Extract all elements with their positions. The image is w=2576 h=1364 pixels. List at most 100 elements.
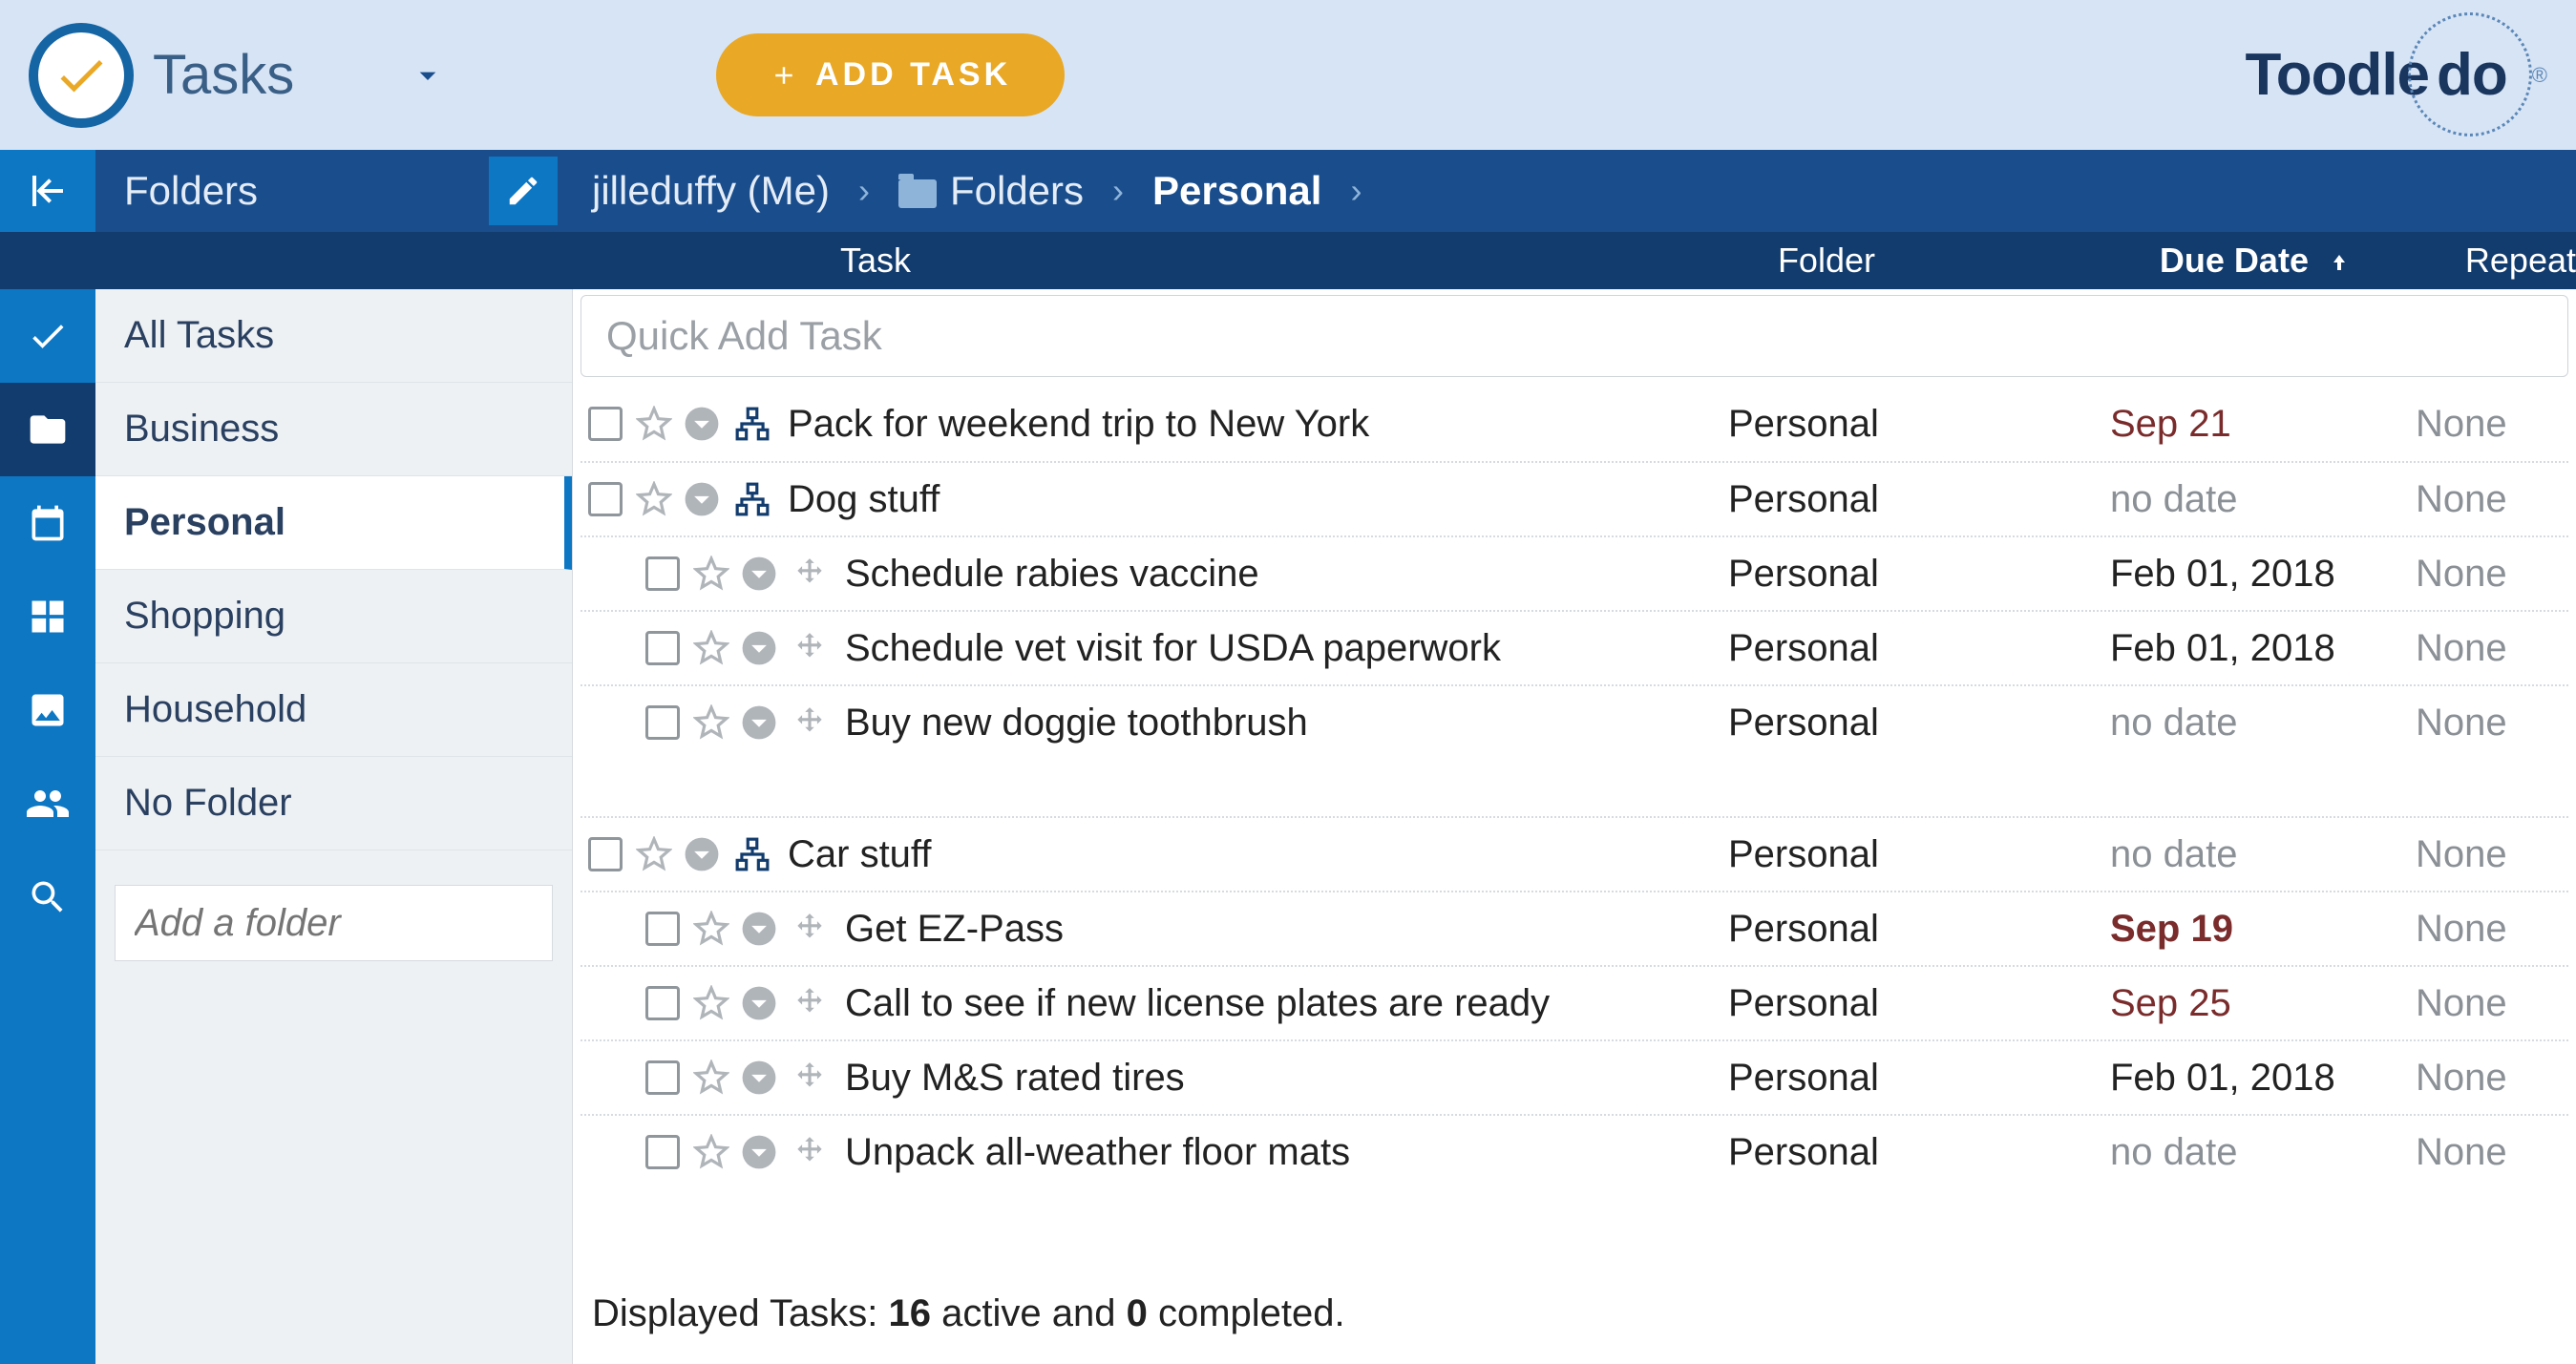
task-checkbox[interactable]: [645, 1135, 680, 1169]
task-repeat[interactable]: None: [2416, 403, 2568, 446]
chevron-down-icon[interactable]: [409, 56, 447, 94]
task-title[interactable]: Schedule vet visit for USDA paperwork: [835, 627, 1501, 670]
task-row[interactable]: Buy M&S rated tires PersonalFeb 01, 2018N…: [581, 1039, 2568, 1114]
task-title[interactable]: Pack for weekend trip to New York: [778, 403, 1369, 446]
task-checkbox[interactable]: [588, 837, 623, 871]
task-row[interactable]: Unpack all-weather floor mats Personalno …: [581, 1114, 2568, 1188]
task-row[interactable]: Get EZ-PassPersonalSep 19None: [581, 891, 2568, 965]
task-title[interactable]: Call to see if new license plates are re…: [835, 982, 1550, 1025]
task-row[interactable]: Car stuffPersonalno dateNone: [581, 816, 2568, 891]
task-folder[interactable]: Personal: [1728, 833, 2110, 876]
task-due-date[interactable]: Feb 01, 2018: [2110, 553, 2416, 596]
task-folder[interactable]: Personal: [1728, 478, 2110, 521]
task-checkbox[interactable]: [645, 912, 680, 946]
task-due-date[interactable]: Sep 21: [2110, 403, 2416, 446]
move-icon[interactable]: [792, 630, 828, 666]
task-title[interactable]: Buy M&S rated tires: [835, 1057, 1185, 1100]
task-row[interactable]: Pack for weekend trip to New YorkPersona…: [581, 387, 2568, 461]
rail-item-grid[interactable]: [0, 570, 95, 663]
move-icon[interactable]: [792, 985, 828, 1021]
column-folder[interactable]: Folder: [1778, 241, 2160, 281]
task-checkbox[interactable]: [645, 631, 680, 665]
column-repeat[interactable]: Repeat: [2465, 241, 2576, 281]
sidebar-item-business[interactable]: Business: [95, 383, 572, 476]
chevron-down-icon[interactable]: [741, 1134, 777, 1170]
star-icon[interactable]: [693, 1060, 729, 1096]
task-title[interactable]: Get EZ-Pass: [835, 908, 1064, 951]
chevron-down-icon[interactable]: [741, 556, 777, 592]
task-folder[interactable]: Personal: [1728, 702, 2110, 745]
task-checkbox[interactable]: [645, 556, 680, 591]
task-checkbox[interactable]: [645, 705, 680, 740]
edit-folders-button[interactable]: [489, 157, 558, 225]
task-checkbox[interactable]: [645, 986, 680, 1020]
task-folder[interactable]: Personal: [1728, 553, 2110, 596]
sidebar-item-household[interactable]: Household: [95, 663, 572, 757]
rail-item-calendar[interactable]: 31: [0, 476, 95, 570]
task-due-date[interactable]: no date: [2110, 702, 2416, 745]
task-row[interactable]: Schedule vet visit for USDA paperwork Per…: [581, 610, 2568, 684]
quick-add-input[interactable]: Quick Add Task: [581, 295, 2568, 377]
task-repeat[interactable]: None: [2416, 702, 2568, 745]
sidebar-item-shopping[interactable]: Shopping: [95, 570, 572, 663]
breadcrumb-folders[interactable]: Folders: [898, 168, 1084, 214]
task-row[interactable]: Buy new doggie toothbrush Personalno date…: [581, 684, 2568, 759]
star-icon[interactable]: [636, 481, 672, 517]
task-row[interactable]: Dog stuffPersonalno dateNone: [581, 461, 2568, 535]
rail-item-search[interactable]: [0, 850, 95, 944]
collapse-sidebar-button[interactable]: [0, 150, 95, 232]
star-icon[interactable]: [693, 556, 729, 592]
rail-item-folders[interactable]: [0, 383, 95, 476]
star-icon[interactable]: [693, 911, 729, 947]
move-icon[interactable]: [792, 556, 828, 592]
rail-item-image[interactable]: [0, 663, 95, 757]
star-icon[interactable]: [693, 1134, 729, 1170]
star-icon[interactable]: [693, 704, 729, 741]
breadcrumb-current[interactable]: Personal: [1152, 168, 1321, 214]
task-title[interactable]: Schedule rabies vaccine: [835, 553, 1259, 596]
task-folder[interactable]: Personal: [1728, 1057, 2110, 1100]
star-icon[interactable]: [636, 836, 672, 872]
chevron-down-icon[interactable]: [741, 1060, 777, 1096]
chevron-down-icon[interactable]: [741, 630, 777, 666]
task-due-date[interactable]: Feb 01, 2018: [2110, 1057, 2416, 1100]
rail-item-tasks[interactable]: [0, 289, 95, 383]
task-checkbox[interactable]: [645, 1060, 680, 1095]
sidebar-item-personal[interactable]: Personal: [95, 476, 572, 570]
task-repeat[interactable]: None: [2416, 833, 2568, 876]
task-title[interactable]: Unpack all-weather floor mats: [835, 1131, 1350, 1174]
task-due-date[interactable]: no date: [2110, 833, 2416, 876]
chevron-down-icon[interactable]: [684, 836, 720, 872]
task-repeat[interactable]: None: [2416, 553, 2568, 596]
sidebar-item-all-tasks[interactable]: All Tasks: [95, 289, 572, 383]
move-icon[interactable]: [792, 1060, 828, 1096]
task-folder[interactable]: Personal: [1728, 982, 2110, 1025]
task-repeat[interactable]: None: [2416, 1131, 2568, 1174]
chevron-down-icon[interactable]: [684, 406, 720, 442]
task-repeat[interactable]: None: [2416, 1057, 2568, 1100]
subtasks-icon[interactable]: [734, 836, 771, 872]
task-folder[interactable]: Personal: [1728, 1131, 2110, 1174]
task-folder[interactable]: Personal: [1728, 627, 2110, 670]
chevron-down-icon[interactable]: [684, 481, 720, 517]
move-icon[interactable]: [792, 1134, 828, 1170]
task-title[interactable]: Buy new doggie toothbrush: [835, 702, 1308, 745]
task-checkbox[interactable]: [588, 407, 623, 441]
column-due-date[interactable]: Due Date: [2160, 241, 2465, 281]
task-repeat[interactable]: None: [2416, 982, 2568, 1025]
task-due-date[interactable]: Sep 19: [2110, 908, 2416, 951]
star-icon[interactable]: [693, 630, 729, 666]
subtasks-icon[interactable]: [734, 481, 771, 517]
subtasks-icon[interactable]: [734, 406, 771, 442]
sidebar-item-no-folder[interactable]: No Folder: [95, 757, 572, 850]
rail-item-contacts[interactable]: [0, 757, 95, 850]
task-repeat[interactable]: None: [2416, 627, 2568, 670]
task-due-date[interactable]: no date: [2110, 1131, 2416, 1174]
task-row[interactable]: Schedule rabies vaccine PersonalFeb 01, 2…: [581, 535, 2568, 610]
move-icon[interactable]: [792, 704, 828, 741]
chevron-down-icon[interactable]: [741, 704, 777, 741]
chevron-down-icon[interactable]: [741, 911, 777, 947]
task-due-date[interactable]: Sep 25: [2110, 982, 2416, 1025]
task-repeat[interactable]: None: [2416, 908, 2568, 951]
star-icon[interactable]: [636, 406, 672, 442]
